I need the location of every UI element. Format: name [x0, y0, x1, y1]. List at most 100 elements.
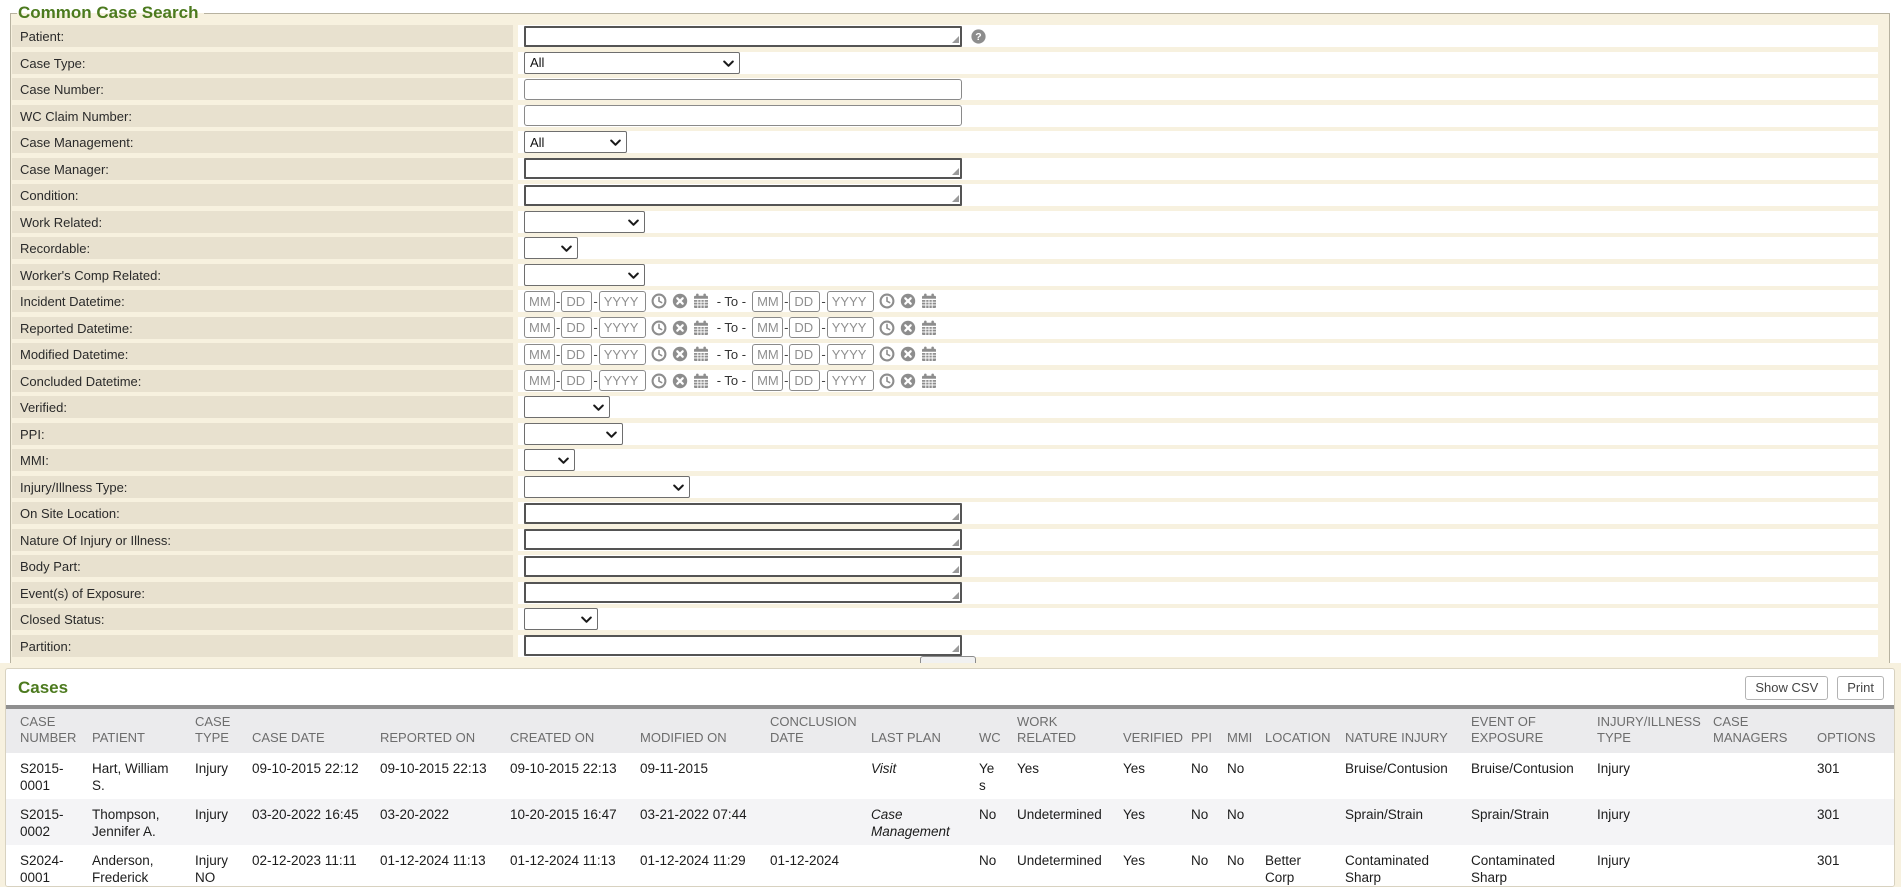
column-header-wc[interactable]: WC — [971, 709, 1009, 753]
condition-textarea[interactable] — [524, 185, 962, 206]
calendar-icon[interactable] — [693, 346, 709, 362]
reported-datetime-from-mm-input[interactable] — [524, 317, 555, 338]
reported-datetime-to-yyyy-input[interactable] — [827, 317, 874, 338]
column-header-conclusion-date[interactable]: CONCLUSION DATE — [762, 709, 863, 753]
reported-datetime-from-yyyy-input[interactable] — [599, 317, 646, 338]
clock-icon[interactable] — [651, 293, 667, 309]
reported-datetime-from-dd-input[interactable] — [561, 317, 592, 338]
modified-datetime-to-mm-input[interactable] — [752, 344, 783, 365]
reported-datetime-to-dd-input[interactable] — [789, 317, 820, 338]
incident-datetime-from-mm-input[interactable] — [524, 291, 555, 312]
case-row-s2024-0001[interactable]: S2024-0001Anderson, FrederickInjury NO02… — [6, 845, 1894, 887]
modified-datetime-to-yyyy-input[interactable] — [827, 344, 874, 365]
column-header-work-related[interactable]: WORK RELATED — [1009, 709, 1115, 753]
clock-icon[interactable] — [879, 320, 895, 336]
incident-datetime-to-mm-input[interactable] — [752, 291, 783, 312]
patient-textarea[interactable] — [524, 26, 962, 47]
clock-icon[interactable] — [879, 373, 895, 389]
column-header-case-number[interactable]: CASE NUMBER — [6, 709, 84, 753]
concluded-datetime-from-dd-input[interactable] — [561, 370, 592, 391]
concluded-datetime-to-dd-input[interactable] — [789, 370, 820, 391]
modified-datetime-from-mm-input[interactable] — [524, 344, 555, 365]
clear-icon[interactable] — [900, 293, 916, 309]
mmi-select[interactable] — [524, 449, 575, 471]
concluded-datetime-to-yyyy-input[interactable] — [827, 370, 874, 391]
show-csv-button[interactable]: Show CSV — [1745, 676, 1828, 700]
clock-icon[interactable] — [651, 346, 667, 362]
partition-textarea[interactable] — [524, 635, 962, 656]
work-related-select[interactable] — [524, 211, 645, 233]
incident-datetime-to-yyyy-input[interactable] — [827, 291, 874, 312]
column-header-case-date[interactable]: CASE DATE — [244, 709, 372, 753]
column-header-verified[interactable]: VERIFIED — [1115, 709, 1183, 753]
incident-datetime-from-dd-input[interactable] — [561, 291, 592, 312]
case-cell-location — [1257, 799, 1337, 845]
case-type-select[interactable]: All — [524, 52, 740, 74]
calendar-icon[interactable] — [921, 346, 937, 362]
column-header-last-plan[interactable]: LAST PLAN — [863, 709, 971, 753]
calendar-icon[interactable] — [921, 320, 937, 336]
date-separator: - — [821, 320, 825, 335]
on-site-location-textarea[interactable] — [524, 503, 962, 524]
modified-datetime-from-dd-input[interactable] — [561, 344, 592, 365]
column-header-nature-injury[interactable]: NATURE INJURY — [1337, 709, 1463, 753]
column-header-injury-illness-type[interactable]: INJURY/ILLNESS TYPE — [1589, 709, 1705, 753]
verified-select[interactable] — [524, 396, 610, 418]
clock-icon[interactable] — [879, 346, 895, 362]
clock-icon[interactable] — [651, 320, 667, 336]
body-part-textarea[interactable] — [524, 556, 962, 577]
case-cell-last-plan — [863, 845, 971, 887]
case-manager-textarea[interactable] — [524, 158, 962, 179]
column-header-case-type[interactable]: CASE TYPE — [187, 709, 244, 753]
clear-icon[interactable] — [672, 293, 688, 309]
clear-icon[interactable] — [900, 346, 916, 362]
nature-of-injury-or-illness-textarea[interactable] — [524, 529, 962, 550]
case-cell-created-on: 01-12-2024 11:13 — [502, 845, 632, 887]
calendar-icon[interactable] — [921, 373, 937, 389]
events-of-exposure-textarea[interactable] — [524, 582, 962, 603]
clock-icon[interactable] — [651, 373, 667, 389]
incident-datetime-to-dd-input[interactable] — [789, 291, 820, 312]
column-header-patient[interactable]: PATIENT — [84, 709, 187, 753]
clock-icon[interactable] — [879, 293, 895, 309]
column-header-event-of-exposure[interactable]: EVENT OF EXPOSURE — [1463, 709, 1589, 753]
modified-datetime-to-dd-input[interactable] — [789, 344, 820, 365]
column-header-location[interactable]: LOCATION — [1257, 709, 1337, 753]
concluded-datetime-to-mm-input[interactable] — [752, 370, 783, 391]
concluded-datetime-from-yyyy-input[interactable] — [599, 370, 646, 391]
wc-claim-number-input[interactable] — [524, 105, 962, 126]
help-icon[interactable]: ? — [971, 29, 986, 44]
clear-icon[interactable] — [672, 346, 688, 362]
column-header-modified-on[interactable]: MODIFIED ON — [632, 709, 762, 753]
case-row-s2015-0002[interactable]: S2015-0002Thompson, Jennifer A.Injury03-… — [6, 799, 1894, 845]
column-header-options[interactable]: OPTIONS — [1809, 709, 1894, 753]
incident-datetime-from-yyyy-input[interactable] — [599, 291, 646, 312]
print-button[interactable]: Print — [1837, 676, 1884, 700]
ppi-select[interactable] — [524, 423, 623, 445]
reported-datetime-to-mm-input[interactable] — [752, 317, 783, 338]
calendar-icon[interactable] — [921, 293, 937, 309]
modified-datetime-from-yyyy-input[interactable] — [599, 344, 646, 365]
case-number-input[interactable] — [524, 79, 962, 100]
closed-status-select[interactable] — [524, 608, 598, 630]
case-management-select[interactable]: All — [524, 131, 627, 153]
column-header-case-managers[interactable]: CASE MANAGERS — [1705, 709, 1809, 753]
calendar-icon[interactable] — [693, 373, 709, 389]
ppi-control-cell — [518, 423, 1878, 445]
clear-icon[interactable] — [672, 373, 688, 389]
injury-illness-type-select[interactable] — [524, 476, 690, 498]
column-header-created-on[interactable]: CREATED ON — [502, 709, 632, 753]
workers-comp-related-select[interactable] — [524, 264, 645, 286]
column-header-mmi[interactable]: MMI — [1219, 709, 1257, 753]
clear-icon[interactable] — [672, 320, 688, 336]
column-header-reported-on[interactable]: REPORTED ON — [372, 709, 502, 753]
case-row-s2015-0001[interactable]: S2015-0001Hart, William S.Injury09-10-20… — [6, 753, 1894, 799]
form-row-workers-comp-related: Worker's Comp Related: — [12, 264, 1889, 286]
recordable-select[interactable] — [524, 237, 578, 259]
clear-icon[interactable] — [900, 320, 916, 336]
calendar-icon[interactable] — [693, 320, 709, 336]
column-header-ppi[interactable]: PPI — [1183, 709, 1219, 753]
concluded-datetime-from-mm-input[interactable] — [524, 370, 555, 391]
clear-icon[interactable] — [900, 373, 916, 389]
calendar-icon[interactable] — [693, 293, 709, 309]
